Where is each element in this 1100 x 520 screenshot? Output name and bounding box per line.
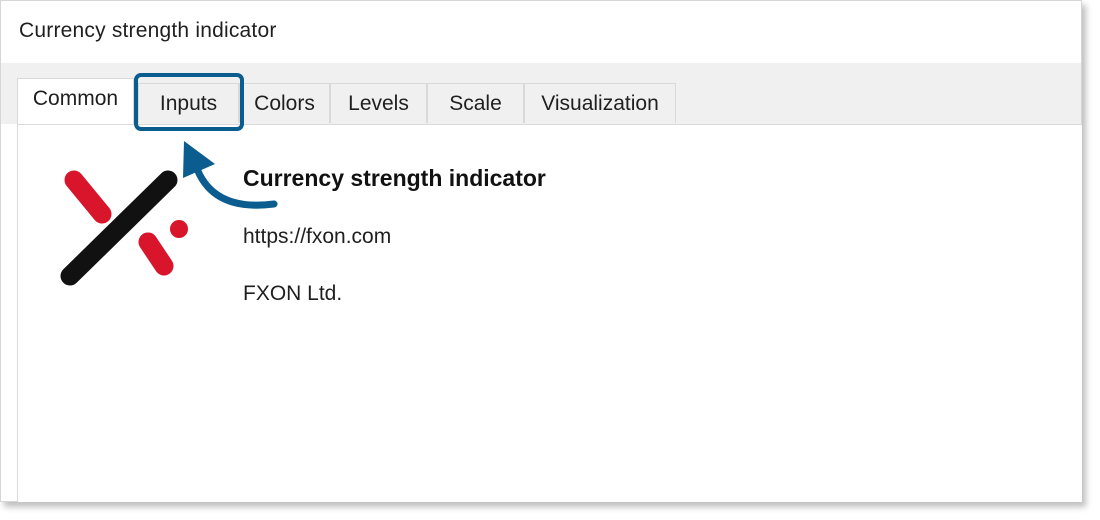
tab-scale[interactable]: Scale xyxy=(427,83,524,123)
tab-colors[interactable]: Colors xyxy=(239,83,330,123)
tab-levels-label: Levels xyxy=(348,91,409,115)
tab-colors-label: Colors xyxy=(254,91,315,115)
indicator-company: FXON Ltd. xyxy=(243,282,343,305)
tab-visualization-label: Visualization xyxy=(541,91,659,115)
title-bar: Currency strength indicator xyxy=(1,1,1081,63)
curved-arrow-icon xyxy=(183,141,278,209)
indicator-url: https://fxon.com xyxy=(243,225,392,248)
tab-scale-label: Scale xyxy=(449,91,502,115)
tab-common[interactable]: Common xyxy=(17,78,134,124)
indicator-name: Currency strength indicator xyxy=(243,165,546,191)
tab-common-label: Common xyxy=(32,87,119,110)
tab-levels[interactable]: Levels xyxy=(330,83,427,123)
window-title: Currency strength indicator xyxy=(19,19,277,42)
tab-visualization[interactable]: Visualization xyxy=(524,83,676,123)
inputs-tab-highlight-box xyxy=(134,73,244,131)
